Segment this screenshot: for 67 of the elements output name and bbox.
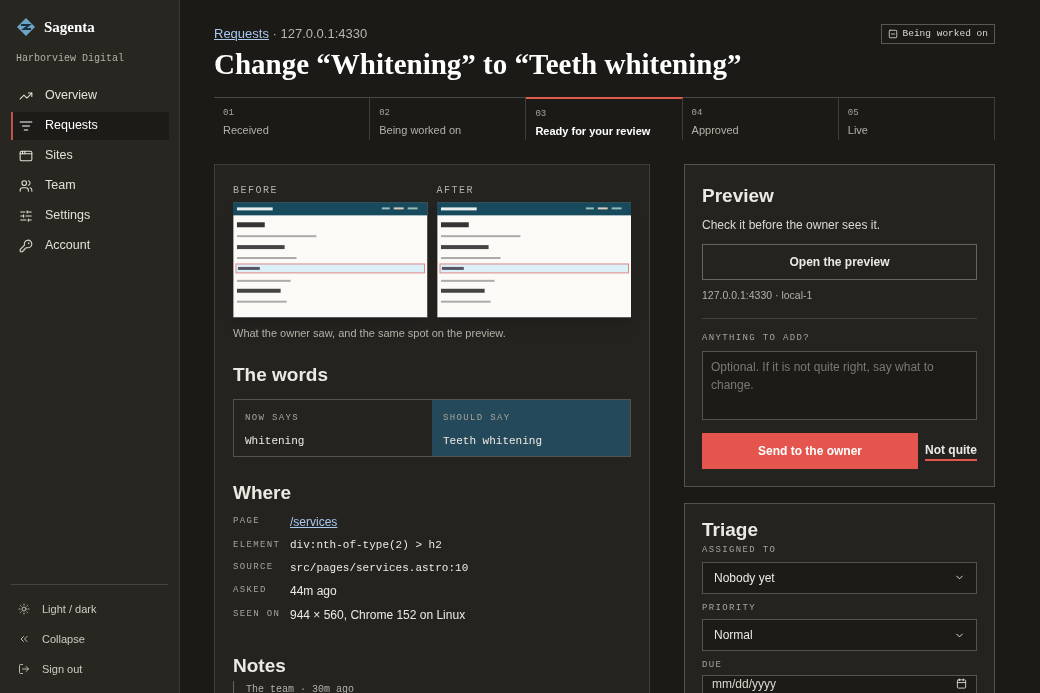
open-preview-button[interactable]: Open the preview xyxy=(702,244,977,280)
step: 01 Received xyxy=(214,97,371,140)
shot-label: AFTER xyxy=(436,183,475,198)
panel-label: SHOULD SAY xyxy=(443,411,512,425)
breadcrumb: Requests · 127.0.0.1:4330 xyxy=(214,25,368,43)
step: 04 Approved xyxy=(682,97,839,140)
dropdown[interactable]: Nobody yet xyxy=(702,561,977,594)
field-label: ASSIGNED TO xyxy=(702,544,778,558)
page-title: Change “Whitening” to “Teeth whitening” xyxy=(214,47,743,83)
nav-item[interactable]: Overview xyxy=(11,81,169,110)
logo-icon xyxy=(16,17,36,38)
calendar-icon xyxy=(956,677,967,689)
people-icon xyxy=(19,178,33,193)
caption: What the owner saw, and the same spot on the preview. xyxy=(233,325,507,341)
sidebar-action[interactable]: Collapse xyxy=(18,627,179,651)
detail-label: PAGE xyxy=(233,515,261,529)
detail-label: ASKED xyxy=(233,584,268,598)
detail-value: src/pages/services.astro:10 xyxy=(290,560,470,576)
square-icon xyxy=(888,29,899,40)
nav-item[interactable]: Sites xyxy=(11,141,169,170)
step: 02 Being worked on xyxy=(370,97,527,140)
send-button[interactable]: Send to the owner xyxy=(702,433,918,470)
breadcrumb-link[interactable]: Requests xyxy=(214,26,269,41)
panel-text: Teeth whitening xyxy=(443,434,544,449)
detail-value: 44m ago xyxy=(290,583,338,600)
status-badge: Being worked on xyxy=(881,24,995,45)
key-icon xyxy=(19,238,33,253)
section-heading: Notes xyxy=(233,654,287,678)
field-label: ANYTHING TO ADD? xyxy=(702,331,811,345)
sidebar-action[interactable]: Sign out xyxy=(18,657,179,681)
shot-label: BEFORE xyxy=(233,183,279,198)
not-quite-link[interactable]: Not quite xyxy=(925,441,977,462)
detail-value: 944 × 560, Chrome 152 on Linux xyxy=(290,607,467,624)
sliders-icon xyxy=(19,208,33,223)
section-heading: The words xyxy=(233,363,329,387)
field-label: PRIORITY xyxy=(702,601,757,615)
sign-out-icon xyxy=(18,663,30,675)
section-heading: Where xyxy=(233,480,293,505)
detail-label: SEEN ON xyxy=(233,608,282,622)
detail-label: SOURCE xyxy=(233,561,275,574)
detail-value: div:nth-of-type(2) > h2 xyxy=(290,538,443,553)
workspace-name: Harborview Digital xyxy=(15,51,126,66)
nav-item[interactable]: Account xyxy=(11,231,169,260)
sun-icon xyxy=(18,603,30,615)
panel-label: NOW SAYS xyxy=(245,411,300,425)
field-label: DUE xyxy=(702,659,724,673)
page-link[interactable]: /services xyxy=(290,513,338,531)
window-icon xyxy=(19,148,33,163)
brand-name: Sagenta xyxy=(44,18,95,37)
card-subtitle: Check it before the owner sees it. xyxy=(702,217,882,234)
dropdown[interactable]: Normal xyxy=(702,619,977,652)
date-field[interactable]: mm/dd/yyyy xyxy=(702,674,977,693)
double-chevron-icon xyxy=(18,633,30,645)
nav-item[interactable]: Requests xyxy=(11,111,169,140)
note-meta: The team · 30m ago xyxy=(246,683,355,693)
sidebar-action[interactable]: Light / dark xyxy=(18,597,179,621)
detail-label: ELEMENT xyxy=(233,538,282,552)
comment-field[interactable]: Optional. If it is not quite right, say what to change. xyxy=(702,351,977,421)
card-title: Triage xyxy=(702,518,759,543)
step: 03 Ready for your review xyxy=(526,96,683,140)
card-title: Preview xyxy=(702,183,775,208)
panel-text: Whitening xyxy=(245,434,306,449)
nav-item[interactable]: Settings xyxy=(11,201,169,230)
nav-item[interactable]: Team xyxy=(11,171,169,200)
preview-address: 127.0.0.1:4330 · local-1 xyxy=(702,288,814,303)
step: 05 Live xyxy=(838,97,995,140)
list-icon xyxy=(19,118,33,133)
